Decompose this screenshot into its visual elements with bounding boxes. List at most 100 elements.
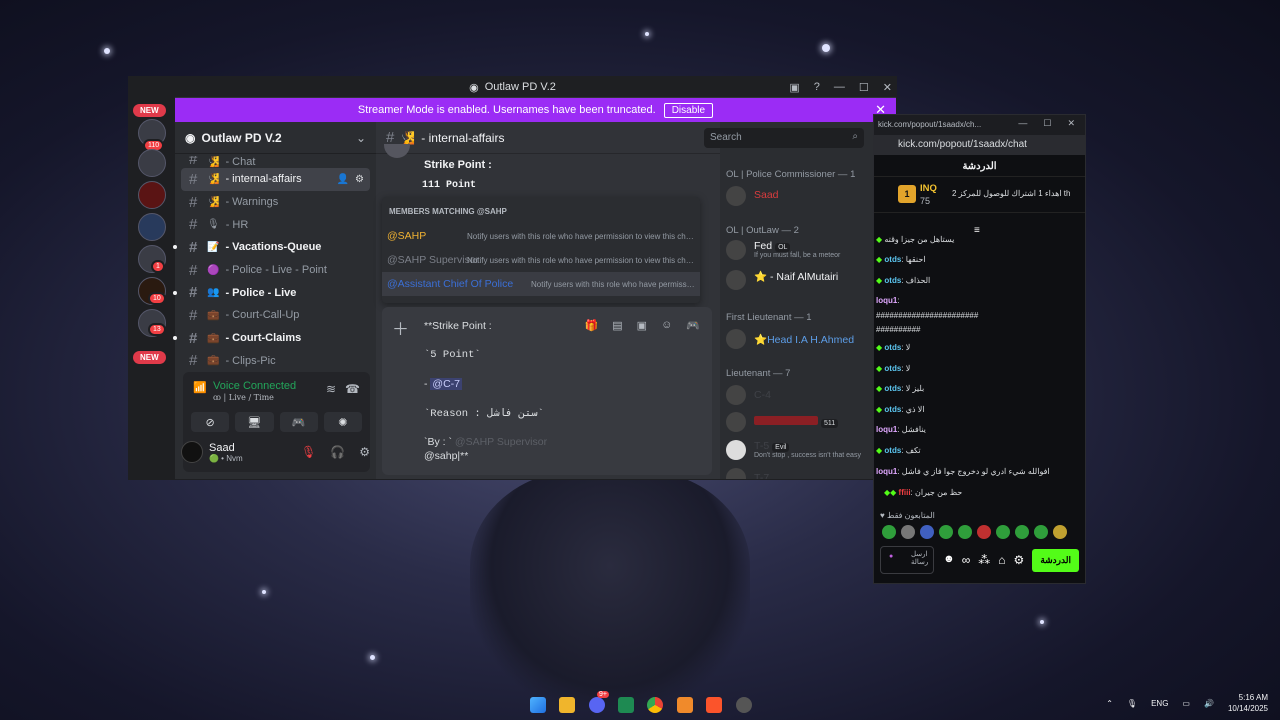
activity-button[interactable]: 🎮 <box>279 412 318 432</box>
chat-line: loqu1: <box>876 296 900 305</box>
server-icon[interactable] <box>138 213 166 241</box>
close-button[interactable]: ✕ <box>883 81 892 94</box>
new-badge: NEW <box>133 351 166 364</box>
camera-button[interactable]: ⊘ <box>191 412 230 432</box>
discord-icon[interactable] <box>589 697 605 713</box>
member-group-header: Lieutenant — 7 <box>726 368 791 379</box>
emote[interactable] <box>996 525 1010 539</box>
gear-icon[interactable]: ⚙ <box>355 174 364 185</box>
server-logo-icon: ◉ <box>185 130 196 145</box>
mute-icon[interactable]: 🎙 <box>301 445 316 459</box>
voice-status[interactable]: Voice Connected <box>213 380 296 392</box>
channel-internal-affairs[interactable]: # 🧏 - internal-affairs 👤 ⚙ <box>181 168 370 191</box>
network-icon[interactable]: ▭ <box>1182 699 1190 708</box>
inbox-icon[interactable]: ▣ <box>789 81 799 94</box>
disable-button[interactable]: Disable <box>663 102 714 118</box>
member-item[interactable]: Saad <box>726 186 779 206</box>
member-item[interactable]: 511 <box>726 412 839 432</box>
address-bar[interactable]: kick.com/popout/1saadx/chat <box>874 135 1085 155</box>
brave-icon[interactable] <box>706 697 722 713</box>
emoji-icon[interactable]: ☺ <box>661 319 672 332</box>
gift-icon[interactable]: 🎁 <box>585 319 599 332</box>
server-header[interactable]: ◉ Outlaw PD V.2 ⌄ <box>175 122 376 154</box>
gif-icon[interactable]: ▤ <box>612 319 622 332</box>
infinity-icon[interactable]: ∞ <box>962 553 971 567</box>
xbox-app-icon[interactable] <box>618 697 634 713</box>
autocomplete-row[interactable]: @SAHP Supervisor Notify users with this r… <box>382 248 700 272</box>
emote[interactable] <box>920 525 934 539</box>
emote[interactable] <box>882 525 896 539</box>
search-input[interactable]: Search ⌕ <box>704 128 864 148</box>
channel-police-live-point[interactable]: # 🟣 - Police - Live - Point <box>175 259 376 282</box>
close-button[interactable]: ✕ <box>1067 118 1075 129</box>
app-icon[interactable] <box>677 697 693 713</box>
send-chat-button[interactable]: الدردشة <box>1032 548 1079 572</box>
mention-count: 10 <box>148 292 166 305</box>
start-icon[interactable] <box>530 697 546 713</box>
disconnect-icon[interactable]: ☎ <box>345 382 360 396</box>
noise-suppression-icon[interactable]: ≋ <box>326 382 336 396</box>
deafen-icon[interactable]: 🎧 <box>330 445 345 459</box>
kick-titlebar: kick.com/popout/1saadx/ch... — ☐ ✕ <box>874 115 1085 135</box>
avatar[interactable] <box>384 144 410 158</box>
channel-warnings[interactable]: # 🧏 - Warnings <box>175 191 376 214</box>
emote[interactable] <box>1034 525 1048 539</box>
emote[interactable] <box>977 525 991 539</box>
emote[interactable] <box>939 525 953 539</box>
username[interactable]: Saad <box>209 442 243 454</box>
voice-channel[interactable]: ꝏ | Live / Time <box>213 393 274 402</box>
volume-icon[interactable]: 🔊 <box>1204 699 1214 708</box>
gear-icon[interactable]: ⚙ <box>359 445 370 459</box>
channel-chat[interactable]: # 🧏 - Chat <box>175 156 376 168</box>
new-badge: NEW <box>133 104 166 117</box>
member-item[interactable]: C-4 <box>726 385 771 405</box>
member-item[interactable]: T-5 Evil Don't stop , success isn't that e… <box>726 440 861 460</box>
channel-clips-pic[interactable]: # 💼 - Clips-Pic <box>175 350 376 373</box>
channel-vacations-queue[interactable]: # 📝 - Vacations-Queue <box>173 236 376 259</box>
chat-input[interactable]: ارسل رسالة ● ☻ <box>880 546 955 574</box>
language-indicator[interactable]: ENG <box>1151 699 1168 708</box>
autocomplete-row[interactable]: @Assistant Chief Of Police Notify users w… <box>382 272 700 296</box>
apps-icon[interactable]: 🎮 <box>686 319 700 332</box>
chrome-icon[interactable] <box>647 697 663 713</box>
add-member-icon[interactable]: 👤 <box>337 174 349 185</box>
gear-icon[interactable]: ⚙ <box>1014 553 1025 567</box>
sticker-icon[interactable]: ▣ <box>637 319 647 332</box>
discord-titlebar: ◉ Outlaw PD V.2 ▣ ? — ☐ ✕ <box>129 77 896 97</box>
server-icon[interactable] <box>138 149 166 177</box>
channel-court-call-up[interactable]: # 💼 - Court-Call-Up <box>175 304 376 327</box>
server-icon[interactable] <box>138 181 166 209</box>
add-attachment-icon[interactable]: ＋ <box>392 315 409 340</box>
minimize-button[interactable]: — <box>1018 118 1027 129</box>
soundboard-button[interactable]: ✺ <box>323 412 362 432</box>
mic-icon[interactable]: 🎙 <box>1127 699 1137 708</box>
member-item[interactable]: Fed OL If you must fall, be a meteor <box>726 240 840 260</box>
emote[interactable] <box>901 525 915 539</box>
maximize-button[interactable]: ☐ <box>1043 118 1051 129</box>
emote[interactable] <box>958 525 972 539</box>
avatar[interactable] <box>181 441 203 463</box>
help-icon[interactable]: ? <box>814 81 820 93</box>
autocomplete-row[interactable]: @SAHP Notify users with this role who hav… <box>382 224 700 248</box>
users-icon[interactable]: ⁂ <box>978 553 990 567</box>
channel-court-claims[interactable]: # 💼 - Court-Claims <box>173 327 376 350</box>
pinned-message[interactable]: 1 INQ 75 اهداء 1 اشتراك للوصول للمركز 2 … <box>874 177 1085 213</box>
channel-police-live[interactable]: # 👥 - Police - Live <box>173 281 376 304</box>
emote[interactable] <box>1053 525 1067 539</box>
file-explorer-icon[interactable] <box>559 697 575 713</box>
clock[interactable]: 5:16 AM 10/14/2025 <box>1228 692 1268 714</box>
user-panel: Saad 🟢 • Nvm 🎙 🎧 ⚙ <box>181 434 370 470</box>
minimize-button[interactable]: — <box>834 81 845 93</box>
ghost-text: @SAHP Supervisor <box>454 436 548 448</box>
member-item[interactable]: ⭐ - Naif AlMutairi <box>726 270 838 290</box>
store-icon[interactable]: ⌂ <box>998 553 1005 567</box>
channel-hr[interactable]: # 🎙 - HR <box>175 213 376 236</box>
member-item[interactable]: T-7 <box>726 468 769 479</box>
member-item[interactable]: ⭐Head I.A H.Ahmed <box>726 329 854 349</box>
app-icon[interactable] <box>736 697 752 713</box>
message-composer[interactable]: ＋ 🎁 ▤ ▣ ☺ 🎮 **Strike Point : `5 Point` - @C-… <box>382 307 712 475</box>
emote[interactable] <box>1015 525 1029 539</box>
chevron-up-icon[interactable]: ⌃ <box>1106 699 1113 708</box>
maximize-button[interactable]: ☐ <box>859 81 869 94</box>
screen-share-button[interactable]: 🖥 <box>235 412 274 432</box>
